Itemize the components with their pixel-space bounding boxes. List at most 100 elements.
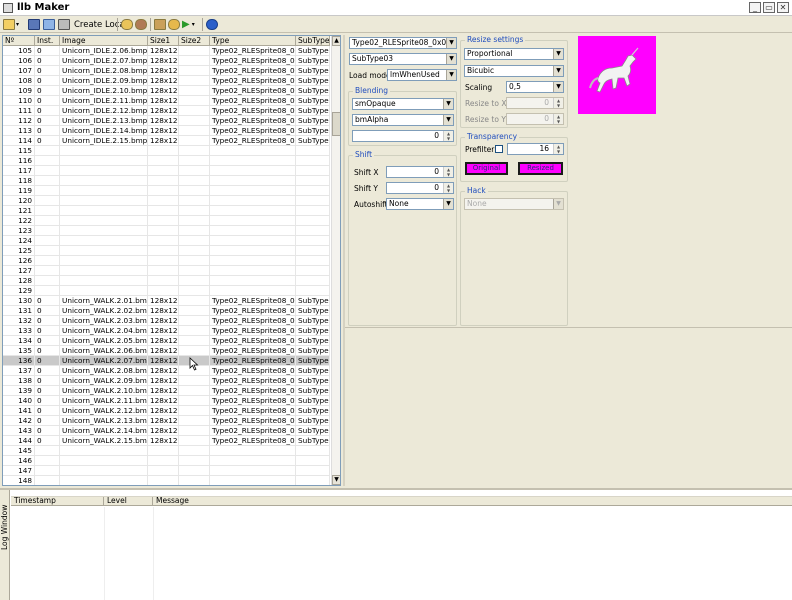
- blend-mode-select[interactable]: smOpaque ▼: [352, 98, 454, 110]
- table-row[interactable]: 123: [3, 226, 330, 236]
- table-row[interactable]: 118: [3, 176, 330, 186]
- original-color-button[interactable]: Original: [465, 162, 508, 175]
- table-row[interactable]: 115: [3, 146, 330, 156]
- resize-filter-select[interactable]: Bicubic ▼: [464, 65, 564, 77]
- col-header-size2[interactable]: Size2: [179, 36, 210, 46]
- table-row[interactable]: 105 0 Unicorn_IDLE.2.06.bmp 128x128 Type02_R…: [3, 46, 330, 56]
- table-row[interactable]: 135 0 Unicorn_WALK.2.06.bmp 128x128 Type02_R…: [3, 346, 330, 356]
- spinner-arrows-icon[interactable]: ▲ ▼: [443, 131, 453, 141]
- col-header-size1[interactable]: Size1: [148, 36, 179, 46]
- table-row[interactable]: 130 0 Unicorn_WALK.2.01.bmp 128x128 Type02_R…: [3, 296, 330, 306]
- table-row[interactable]: 142 0 Unicorn_WALK.2.13.bmp 128x128 Type02_R…: [3, 416, 330, 426]
- col-header-inst[interactable]: Inst.: [35, 36, 60, 46]
- resized-color-button[interactable]: Resized: [518, 162, 563, 175]
- table-row[interactable]: 138 0 Unicorn_WALK.2.09.bmp 128x128 Type02_R…: [3, 376, 330, 386]
- prefilter-checkbox[interactable]: [495, 145, 503, 153]
- table-row[interactable]: 147: [3, 466, 330, 476]
- table-row[interactable]: 145: [3, 446, 330, 456]
- scroll-thumb[interactable]: [332, 112, 340, 136]
- table-row[interactable]: 106 0 Unicorn_IDLE.2.07.bmp 128x128 Type02_R…: [3, 56, 330, 66]
- create-local-button[interactable]: Create Local: [74, 18, 127, 31]
- col-header-image[interactable]: Image: [60, 36, 148, 46]
- spinner-arrows-icon[interactable]: ▲ ▼: [443, 167, 453, 177]
- table-row[interactable]: 136 0 Unicorn_WALK.2.07.bmp 128x128 Type02_R…: [3, 356, 330, 366]
- col-header-message[interactable]: Message: [153, 497, 273, 506]
- spinner-arrows-icon[interactable]: ▲ ▼: [443, 183, 453, 193]
- type-select[interactable]: Type02_RLESprite08_0x02 ▼: [349, 37, 457, 49]
- load-mode-select[interactable]: lmWhenUsed ▼: [387, 69, 457, 81]
- table-row[interactable]: 122: [3, 216, 330, 226]
- table-row[interactable]: 117: [3, 166, 330, 176]
- table-row[interactable]: 113 0 Unicorn_IDLE.2.14.bmp 128x128 Type02_R…: [3, 126, 330, 136]
- table-row[interactable]: 119: [3, 186, 330, 196]
- table-row[interactable]: 120: [3, 196, 330, 206]
- scroll-up-button[interactable]: ▲: [332, 36, 340, 46]
- table-row[interactable]: 125: [3, 246, 330, 256]
- tool-calendar-button[interactable]: [43, 18, 55, 31]
- table-row[interactable]: 111 0 Unicorn_IDLE.2.12.bmp 128x128 Type02_R…: [3, 106, 330, 116]
- table-row[interactable]: 114 0 Unicorn_IDLE.2.15.bmp 128x128 Type02_R…: [3, 136, 330, 146]
- scaling-select[interactable]: 0,5 ▼: [506, 81, 564, 93]
- table-row[interactable]: 128: [3, 276, 330, 286]
- resize-mode-select[interactable]: Proportional ▼: [464, 48, 564, 60]
- help-button[interactable]: [206, 18, 218, 31]
- splitter[interactable]: [343, 35, 345, 486]
- close-button[interactable]: ✕: [777, 2, 789, 13]
- save-button[interactable]: [28, 18, 40, 31]
- table-row[interactable]: 112 0 Unicorn_IDLE.2.13.bmp 128x128 Type02_R…: [3, 116, 330, 126]
- col-header-no[interactable]: Nº: [3, 36, 35, 46]
- table-row[interactable]: 146: [3, 456, 330, 466]
- tool-copy-button[interactable]: [58, 18, 70, 31]
- tool-link-button[interactable]: [121, 18, 133, 31]
- tool-build-button[interactable]: [154, 18, 166, 31]
- log-window-tab[interactable]: Log Window: [0, 490, 10, 600]
- table-row[interactable]: 133 0 Unicorn_WALK.2.04.bmp 128x128 Type02_R…: [3, 326, 330, 336]
- table-row[interactable]: 110 0 Unicorn_IDLE.2.11.bmp 128x128 Type02_R…: [3, 96, 330, 106]
- shift-x-spinner[interactable]: 0 ▲ ▼: [386, 166, 454, 178]
- col-header-subtype[interactable]: SubType: [296, 36, 330, 46]
- grid-scrollbar[interactable]: ▲ ▼: [331, 36, 340, 485]
- table-row[interactable]: 107 0 Unicorn_IDLE.2.08.bmp 128x128 Type02_R…: [3, 66, 330, 76]
- maximize-button[interactable]: ▭: [763, 2, 775, 13]
- table-row[interactable]: 143 0 Unicorn_WALK.2.14.bmp 128x128 Type02_R…: [3, 426, 330, 436]
- table-row[interactable]: 140 0 Unicorn_WALK.2.11.bmp 128x128 Type02_R…: [3, 396, 330, 406]
- alpha-mode-select[interactable]: bmAlpha ▼: [352, 114, 454, 126]
- spinner-arrows-icon[interactable]: ▲ ▼: [553, 98, 563, 108]
- table-row[interactable]: 116: [3, 156, 330, 166]
- minimize-button[interactable]: _: [749, 2, 761, 13]
- table-row[interactable]: 134 0 Unicorn_WALK.2.05.bmp 128x128 Type02_R…: [3, 336, 330, 346]
- run-button[interactable]: ▶ ▾: [182, 18, 195, 31]
- table-row[interactable]: 126: [3, 256, 330, 266]
- table-row[interactable]: 139 0 Unicorn_WALK.2.10.bmp 128x128 Type02_R…: [3, 386, 330, 396]
- table-row[interactable]: 132 0 Unicorn_WALK.2.03.bmp 128x128 Type02_R…: [3, 316, 330, 326]
- resize-to-y-spinner[interactable]: 0 ▲ ▼: [506, 113, 564, 125]
- spinner-arrows-icon[interactable]: ▲ ▼: [553, 144, 563, 154]
- table-row[interactable]: 109 0 Unicorn_IDLE.2.10.bmp 128x128 Type02_R…: [3, 86, 330, 96]
- col-header-level[interactable]: Level: [104, 497, 153, 506]
- hack-select[interactable]: None ▼: [464, 198, 564, 210]
- open-folder-button[interactable]: ▾: [3, 18, 19, 31]
- prefilter-spinner[interactable]: 16 ▲ ▼: [507, 143, 564, 155]
- table-row[interactable]: 141 0 Unicorn_WALK.2.12.bmp 128x128 Type02_R…: [3, 406, 330, 416]
- scroll-down-button[interactable]: ▼: [332, 475, 340, 485]
- table-row[interactable]: 144 0 Unicorn_WALK.2.15.bmp 128x128 Type02_R…: [3, 436, 330, 446]
- spinner-arrows-icon[interactable]: ▲ ▼: [553, 114, 563, 124]
- shift-y-spinner[interactable]: 0 ▲ ▼: [386, 182, 454, 194]
- table-row[interactable]: 148: [3, 476, 330, 485]
- table-row[interactable]: 127: [3, 266, 330, 276]
- table-row[interactable]: 108 0 Unicorn_IDLE.2.09.bmp 128x128 Type02_R…: [3, 76, 330, 86]
- table-row[interactable]: 131 0 Unicorn_WALK.2.02.bmp 128x128 Type02_R…: [3, 306, 330, 316]
- blending-value-spinner[interactable]: 0 ▲ ▼: [352, 130, 454, 142]
- tool-gears-button[interactable]: [135, 18, 147, 31]
- col-header-type[interactable]: Type: [210, 36, 296, 46]
- table-row[interactable]: 137 0 Unicorn_WALK.2.08.bmp 128x128 Type02_R…: [3, 366, 330, 376]
- resize-to-x-spinner[interactable]: 0 ▲ ▼: [506, 97, 564, 109]
- col-header-timestamp[interactable]: Timestamp: [11, 497, 104, 506]
- table-row[interactable]: 124: [3, 236, 330, 246]
- tool-refresh-button[interactable]: [168, 18, 180, 31]
- table-row[interactable]: 129: [3, 286, 330, 296]
- subtype-select[interactable]: SubType03 ▼: [349, 53, 457, 65]
- autoshift-select[interactable]: None ▼: [386, 198, 454, 210]
- sprite-grid[interactable]: Nº Inst. Image Size1 Size2 Type SubType …: [2, 35, 341, 486]
- table-row[interactable]: 121: [3, 206, 330, 216]
